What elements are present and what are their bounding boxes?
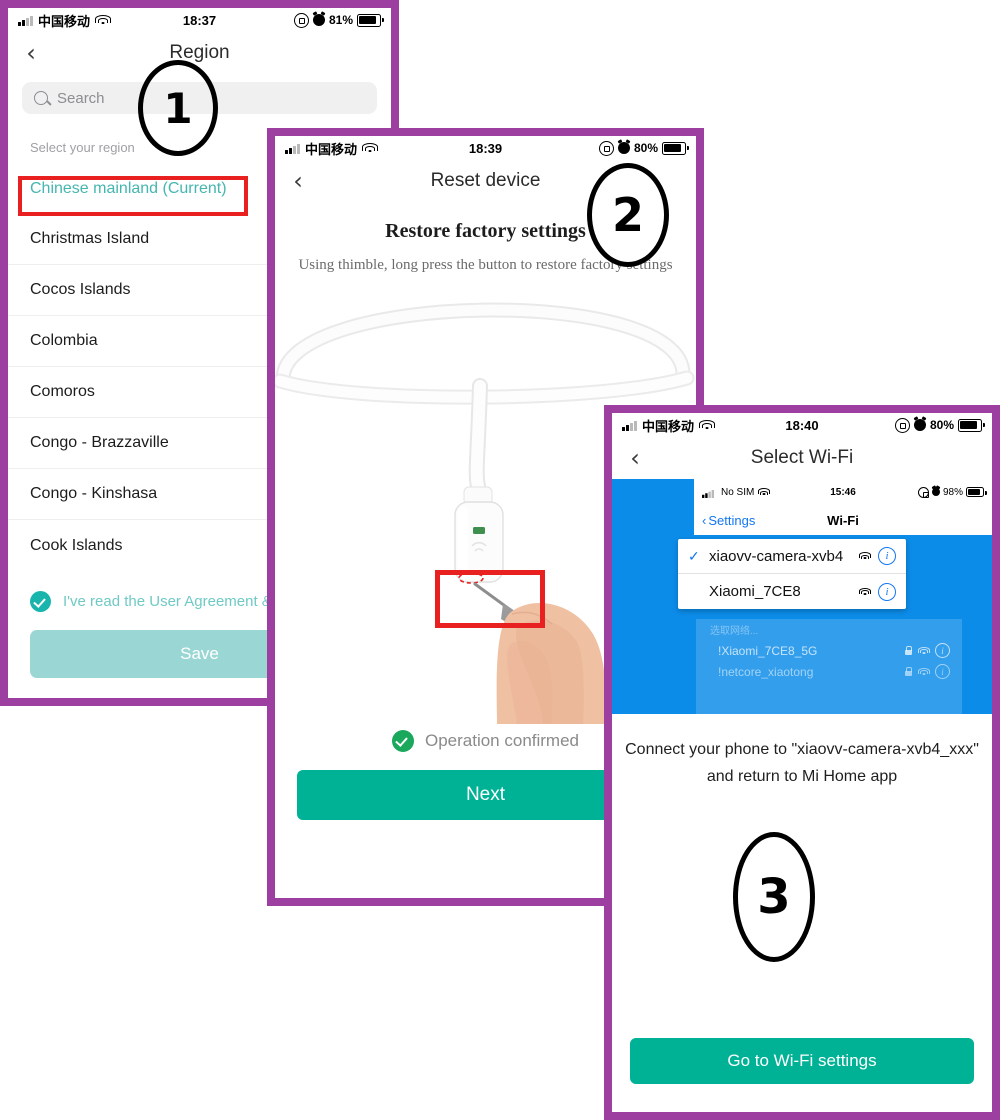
rotation-lock-icon <box>894 417 910 433</box>
battery-percent: 80% <box>929 418 954 432</box>
check-circle-icon <box>391 730 414 752</box>
search-placeholder: Search <box>57 89 105 107</box>
battery-icon <box>662 141 689 155</box>
wifi-icon <box>94 14 111 26</box>
region-label: Congo - Kinshasa <box>30 485 158 502</box>
carrier-label: 中国移动 <box>305 142 358 158</box>
checkmark-icon: ✓ <box>688 547 700 564</box>
chevron-left-icon[interactable]: ‹ <box>612 446 658 470</box>
info-icon[interactable]: i <box>878 582 896 601</box>
rotation-lock-icon <box>293 12 309 28</box>
wifi-signal-icon <box>917 646 930 655</box>
connect-hint-line1: Connect your phone to "xiaovv-camera-xvb… <box>625 741 979 758</box>
faded-network-row: !netcore_xiaotong i <box>696 661 962 682</box>
battery-icon <box>966 487 987 497</box>
connect-hint: Connect your phone to "xiaovv-camera-xvb… <box>612 714 992 790</box>
region-label: Comoros <box>30 383 95 400</box>
chevron-left-icon[interactable]: ‹ <box>275 169 321 193</box>
inner-page-title: Wi-Fi <box>827 512 859 528</box>
region-label: Cocos Islands <box>30 281 131 298</box>
faded-section-header: 选取网络... <box>710 626 759 637</box>
highlight-box-reset-button <box>435 570 545 628</box>
operation-confirmed-label: Operation confirmed <box>424 731 580 750</box>
wifi-signal-icon <box>858 552 871 560</box>
go-to-wifi-settings-button[interactable]: Go to Wi-Fi settings <box>630 1038 974 1084</box>
battery-percent: 80% <box>633 141 658 155</box>
status-bar: 中国移动 18:40 80% <box>612 413 992 437</box>
lock-icon <box>905 646 913 655</box>
wifi-network-row[interactable]: ✓ xiaovv-camera-xvb4 i <box>678 539 906 574</box>
status-left: 中国移动 <box>18 11 111 30</box>
search-icon <box>34 91 48 105</box>
agreement-label: I've read the User Agreement & P <box>63 593 286 610</box>
step-marker-2: 2 <box>587 163 669 267</box>
status-right: 81% <box>293 12 384 28</box>
carrier-label: 中国移动 <box>38 14 91 30</box>
chevron-left-icon[interactable]: ‹ <box>8 41 54 65</box>
signal-bars-icon <box>622 420 637 431</box>
step-marker-1: 1 <box>138 60 218 156</box>
info-icon[interactable]: i <box>878 547 896 565</box>
region-label: Cook Islands <box>30 536 123 554</box>
battery-icon <box>958 418 985 432</box>
info-icon: i <box>935 643 950 658</box>
status-right: 80% <box>598 140 689 156</box>
checkbox-checked-icon[interactable] <box>30 591 51 612</box>
signal-bars-icon <box>18 15 33 26</box>
inner-battery-percent: 98% <box>942 486 963 498</box>
wifi-icon <box>361 142 378 154</box>
region-label: Chinese mainland (Current) <box>30 179 227 197</box>
status-bar: 中国移动 18:37 81% <box>8 8 391 32</box>
rotation-lock-icon <box>917 486 929 498</box>
page-title: Region <box>169 42 230 63</box>
lock-icon <box>905 667 913 676</box>
status-bar: 中国移动 18:39 80% <box>275 136 696 160</box>
battery-icon <box>357 13 384 27</box>
connect-hint-line2: and return to Mi Home app <box>706 768 898 785</box>
wifi-signal-icon <box>858 587 871 596</box>
wifi-network-name: Xiaomi_7CE8 <box>709 583 801 600</box>
status-right: 80% <box>894 417 985 433</box>
inner-nav-bar: ‹ Settings Wi-Fi <box>694 505 992 535</box>
faded-network-name: !Xiaomi_7CE8_5G <box>718 643 818 658</box>
region-label: Colombia <box>30 332 98 349</box>
faded-network-row: !Xiaomi_7CE8_5G i <box>696 640 962 661</box>
status-left: 中国移动 <box>285 139 378 158</box>
region-label: Congo - Brazzaville <box>30 434 169 451</box>
page-title: Select Wi-Fi <box>750 447 854 468</box>
rotation-lock-icon <box>598 140 614 156</box>
panel-select-wifi: 中国移动 18:40 80% ‹ Select Wi-Fi No SIM 15:… <box>604 405 1000 1120</box>
wifi-signal-icon <box>917 667 930 676</box>
info-icon: i <box>935 664 950 679</box>
wifi-network-popup: ✓ xiaovv-camera-xvb4 i Xiaomi_7CE8 i <box>678 539 906 609</box>
carrier-label: 中国移动 <box>642 419 695 435</box>
nav-bar-wifi: ‹ Select Wi-Fi <box>612 437 992 479</box>
wifi-network-row[interactable]: Xiaomi_7CE8 i <box>678 574 906 609</box>
alarm-clock-icon <box>913 419 926 431</box>
faded-network-name: !netcore_xiaotong <box>718 664 814 679</box>
alarm-clock-icon <box>312 14 325 26</box>
wifi-instruction-screenshot: No SIM 15:46 98% ‹ Settings Wi-Fi ✓ xiaov… <box>612 479 992 714</box>
step-marker-3: 3 <box>733 832 815 962</box>
battery-percent: 81% <box>328 13 353 27</box>
status-left: 中国移动 <box>622 416 715 435</box>
alarm-clock-icon <box>931 488 940 496</box>
signal-bars-icon <box>285 143 300 154</box>
inner-status-bar: No SIM 15:46 98% <box>694 479 992 505</box>
region-label: Christmas Island <box>30 230 150 247</box>
wifi-icon <box>698 419 715 431</box>
faded-network-list: 选取网络... !Xiaomi_7CE8_5G i !netcore_xiaot… <box>696 619 962 714</box>
alarm-clock-icon <box>617 142 630 154</box>
wifi-network-name: xiaovv-camera-xvb4 <box>709 547 844 565</box>
